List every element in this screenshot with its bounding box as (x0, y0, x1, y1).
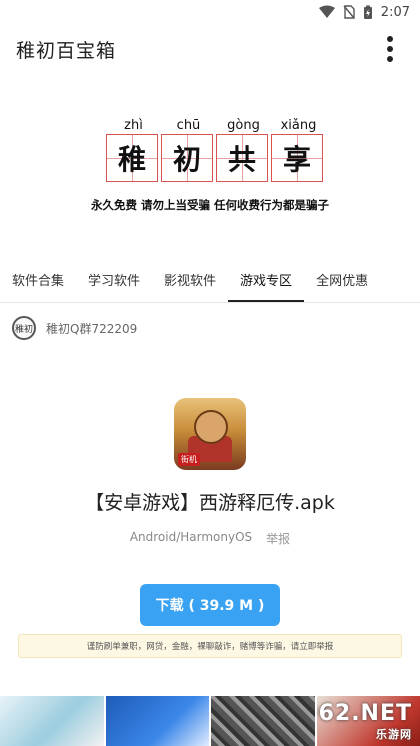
watermark: 962.NET 乐游网 (317, 701, 413, 742)
watermark-sub: 乐游网 (376, 728, 412, 741)
screenshot-thumbnail[interactable] (211, 696, 315, 746)
status-time: 2:07 (380, 4, 410, 20)
character-row: 稚 初 共 享 (106, 134, 326, 182)
file-name: 【安卓游戏】西游释厄传.apk (85, 492, 335, 514)
app-bar: 稚初百宝箱 (0, 24, 420, 74)
report-link[interactable]: 举报 (266, 530, 290, 547)
more-vertical-icon[interactable] (378, 33, 402, 65)
group-info[interactable]: 稚初 稚初Q群722209 (12, 316, 137, 340)
watermark-main: 962.NET (317, 701, 412, 726)
screenshot-thumbnail[interactable] (0, 696, 104, 746)
app-icon: 街机 (174, 398, 246, 470)
tab-deals[interactable]: 全网优惠 (304, 264, 380, 302)
screenshot-thumbnail[interactable]: 962.NET 乐游网 (316, 696, 420, 746)
character: 稚 (117, 143, 146, 176)
tab-video-software[interactable]: 影视软件 (152, 264, 228, 302)
platform-row: Android/HarmonyOS 举报 (0, 530, 420, 547)
character-box: 初 (161, 134, 213, 182)
banner: zhì chū gòng xiǎng 稚 初 共 享 永久免费 请勿上当受骗 任… (0, 110, 420, 220)
fraud-warning: 谨防刷单兼职，网贷，金融，裸聊敲诈，赌博等诈骗，请立即举报 (18, 634, 402, 658)
no-sim-icon (343, 5, 355, 19)
character-box: 共 (216, 134, 268, 182)
download-button[interactable]: 下载 ( 39.9 M ) (140, 584, 280, 626)
tab-games[interactable]: 游戏专区 (228, 264, 305, 302)
status-bar: 2:07 (0, 0, 420, 24)
character: 享 (282, 143, 311, 176)
avatar: 稚初 (12, 316, 36, 340)
slogan: 永久免费 请勿上当受骗 任何收费行为都是骗子 (90, 198, 329, 212)
character-box: 稚 (106, 134, 158, 182)
group-text: 稚初Q群722209 (46, 321, 138, 336)
app-icon-figure-face (194, 410, 228, 444)
tab-study-software[interactable]: 学习软件 (76, 264, 152, 302)
screenshot-gallery: 962.NET 乐游网 (0, 696, 420, 746)
app-title: 稚初百宝箱 (16, 39, 117, 62)
wifi-icon (318, 5, 335, 19)
character: 初 (172, 143, 201, 176)
screenshot-thumbnail[interactable] (105, 696, 209, 746)
character: 共 (227, 143, 256, 176)
battery-charging-icon (363, 5, 373, 20)
category-tabs: 软件合集 学习软件 影视软件 游戏专区 全网优惠 (0, 264, 420, 303)
platform-label: Android/HarmonyOS (129, 530, 253, 544)
character-box: 享 (271, 134, 323, 182)
tab-software-collection[interactable]: 软件合集 (0, 264, 76, 302)
app-icon-badge: 街机 (178, 453, 200, 466)
